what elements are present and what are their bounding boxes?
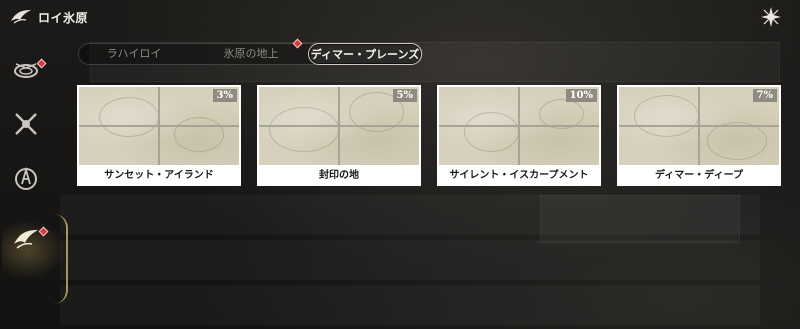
map-card-label: ディマー・ディープ (617, 165, 781, 186)
sidebar-item-coil[interactable] (8, 54, 47, 90)
active-item-arc (54, 214, 68, 304)
sidebar-item-blades[interactable] (8, 108, 44, 144)
map-thumbnail: 5% (259, 87, 419, 165)
close-star-icon[interactable] (760, 6, 782, 28)
map-thumbnail: 10% (439, 87, 599, 165)
map-thumbnail: 3% (79, 87, 239, 165)
sidebar-item-rune[interactable] (8, 162, 44, 198)
map-card-dimmer-deep[interactable]: 7% ディマー・ディープ (617, 85, 781, 186)
header-bar: ロイ氷原 (0, 0, 800, 34)
winged-emblem-icon (10, 8, 32, 26)
progress-badge: 7% (752, 89, 777, 102)
map-card-label: サンセット・アイランド (77, 165, 241, 186)
coil-emblem-icon (12, 56, 40, 88)
rune-ring-icon (12, 164, 40, 196)
map-thumbnail: 7% (619, 87, 779, 165)
crossed-blades-icon (12, 110, 40, 142)
sidebar-item-ice-field[interactable] (8, 224, 49, 260)
region-tabs: ラハイロイ 氷原の地上 ディマー・プレーンズ (78, 38, 423, 66)
tab-dimmer-plains[interactable]: ディマー・プレーンズ (308, 43, 422, 65)
map-card-silent-escarpment[interactable]: 10% サイレント・イスカープメント (437, 85, 601, 186)
progress-badge: 10% (565, 89, 597, 102)
map-card-label: 封印の地 (257, 165, 421, 186)
progress-badge: 3% (212, 89, 237, 102)
map-card-sunset-island[interactable]: 3% サンセット・アイランド (77, 85, 241, 186)
winged-emblem-icon (12, 226, 40, 258)
bg-row (60, 285, 760, 325)
bg-panel (540, 195, 740, 243)
map-card-sealed-land[interactable]: 5% 封印の地 (257, 85, 421, 186)
map-card-label: サイレント・イスカープメント (437, 165, 601, 186)
sidebar (0, 34, 68, 329)
page-title: ロイ氷原 (38, 11, 89, 25)
tab-rahairoi[interactable]: ラハイロイ (80, 43, 188, 65)
progress-badge: 5% (392, 89, 417, 102)
tab-ice-field-surface[interactable]: 氷原の地上 (196, 43, 306, 65)
bg-row (60, 240, 760, 280)
